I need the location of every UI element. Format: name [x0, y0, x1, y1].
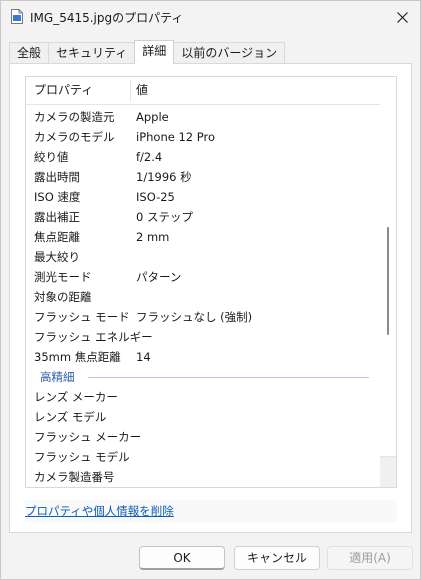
column-divider[interactable] [130, 80, 131, 102]
property-value: ISO-25 [136, 190, 175, 204]
list-item[interactable]: レンズ メーカー [26, 387, 381, 407]
remove-properties-area: プロパティや個人情報を削除 [25, 500, 397, 522]
tab-details[interactable]: 詳細 [134, 40, 175, 64]
property-name: レンズ モデル [34, 410, 107, 424]
window-title: IMG_5415.jpgのプロパティ [30, 11, 184, 25]
property-name: フラッシュ モード [34, 310, 130, 324]
list-item[interactable]: カメラ製造番号 [26, 467, 381, 487]
list-item[interactable]: 露出時間 1/1996 秒 [26, 167, 381, 187]
list-item[interactable]: 焦点距離 2 mm [26, 227, 381, 247]
property-name: カメラ製造番号 [34, 470, 115, 484]
property-name: フラッシュ メーカー [34, 430, 142, 444]
property-value: f/2.4 [136, 150, 163, 164]
scrollbar-thumb[interactable] [387, 227, 389, 335]
group-divider [88, 377, 369, 378]
list-item[interactable]: フラッシュ エネルギー [26, 327, 381, 347]
group-label: 高精細 [40, 370, 75, 384]
property-name: 35mm 焦点距離 [34, 350, 121, 364]
title-bar: IMG_5415.jpgのプロパティ [1, 1, 420, 33]
tab-security[interactable]: セキュリティ [48, 42, 136, 64]
list-item[interactable]: フラッシュ モデル [26, 447, 381, 467]
column-header-value[interactable]: 値 [136, 77, 148, 104]
list-item[interactable]: カメラのモデル iPhone 12 Pro [26, 127, 381, 147]
property-name: カメラのモデル [34, 130, 115, 144]
properties-list[interactable]: プロパティ 値 カメラの製造元 Apple カメラのモデル iPhone 12 Pr… [25, 76, 397, 488]
list-item[interactable]: レンズ モデル [26, 407, 381, 427]
vertical-scrollbar[interactable] [380, 77, 396, 487]
scrollbar-corner [380, 456, 396, 487]
list-item[interactable]: カメラの製造元 Apple [26, 107, 381, 127]
list-item[interactable]: 35mm 焦点距離 14 [26, 347, 381, 367]
property-value: パターン [136, 270, 182, 284]
dialog-footer: OK キャンセル 適用(A) [1, 539, 420, 579]
property-name: ISO 速度 [34, 190, 81, 204]
list-item[interactable]: フラッシュ モード フラッシュなし (強制) [26, 307, 381, 327]
list-item[interactable]: 対象の距離 [26, 287, 381, 307]
property-value: フラッシュなし (強制) [136, 310, 253, 324]
list-header: プロパティ 値 [26, 77, 381, 105]
property-value: 14 [136, 350, 151, 364]
list-item[interactable]: 測光モード パターン [26, 267, 381, 287]
ok-button[interactable]: OK [139, 546, 225, 570]
property-value: 1/1996 秒 [136, 170, 192, 184]
file-icon [11, 9, 23, 24]
remove-properties-link[interactable]: プロパティや個人情報を削除 [25, 503, 174, 519]
list-item[interactable]: フラッシュ メーカー [26, 427, 381, 447]
property-name: カメラの製造元 [34, 110, 115, 124]
property-name: 露出補正 [34, 210, 80, 224]
close-icon [396, 11, 408, 23]
tab-previous-versions[interactable]: 以前のバージョン [173, 42, 286, 64]
property-name: 焦点距離 [34, 230, 80, 244]
property-value: 2 mm [136, 230, 170, 244]
property-name: 絞り値 [34, 150, 69, 164]
group-header-advanced-photo[interactable]: 高精細 [26, 367, 381, 387]
property-name: 露出時間 [34, 170, 80, 184]
tab-bar: 全般 セキュリティ 詳細 以前のバージョン [9, 40, 286, 64]
property-name: 対象の距離 [34, 290, 92, 304]
tab-general[interactable]: 全般 [9, 42, 50, 64]
property-name: 測光モード [34, 270, 92, 284]
cancel-button[interactable]: キャンセル [234, 546, 320, 570]
details-tab-page: プロパティ 値 カメラの製造元 Apple カメラのモデル iPhone 12 Pr… [9, 63, 412, 533]
list-rows: カメラの製造元 Apple カメラのモデル iPhone 12 Pro 絞り値 f/2… [26, 107, 381, 487]
list-item[interactable]: 露出補正 0 ステップ [26, 207, 381, 227]
apply-button[interactable]: 適用(A) [327, 546, 413, 570]
property-name: レンズ メーカー [34, 390, 118, 404]
property-name: フラッシュ エネルギー [34, 330, 153, 344]
property-name: 最大絞り [34, 250, 80, 264]
list-item[interactable]: 最大絞り [26, 247, 381, 267]
property-value: iPhone 12 Pro [136, 130, 216, 144]
property-value: 0 ステップ [136, 210, 193, 224]
property-value: Apple [136, 110, 169, 124]
property-name: フラッシュ モデル [34, 450, 130, 464]
list-item[interactable]: 絞り値 f/2.4 [26, 147, 381, 167]
properties-dialog: IMG_5415.jpgのプロパティ 全般 セキュリティ 詳細 以前のバージョン… [0, 0, 421, 580]
close-button[interactable] [384, 1, 420, 33]
list-item[interactable]: ISO 速度 ISO-25 [26, 187, 381, 207]
column-header-property[interactable]: プロパティ [34, 77, 93, 104]
